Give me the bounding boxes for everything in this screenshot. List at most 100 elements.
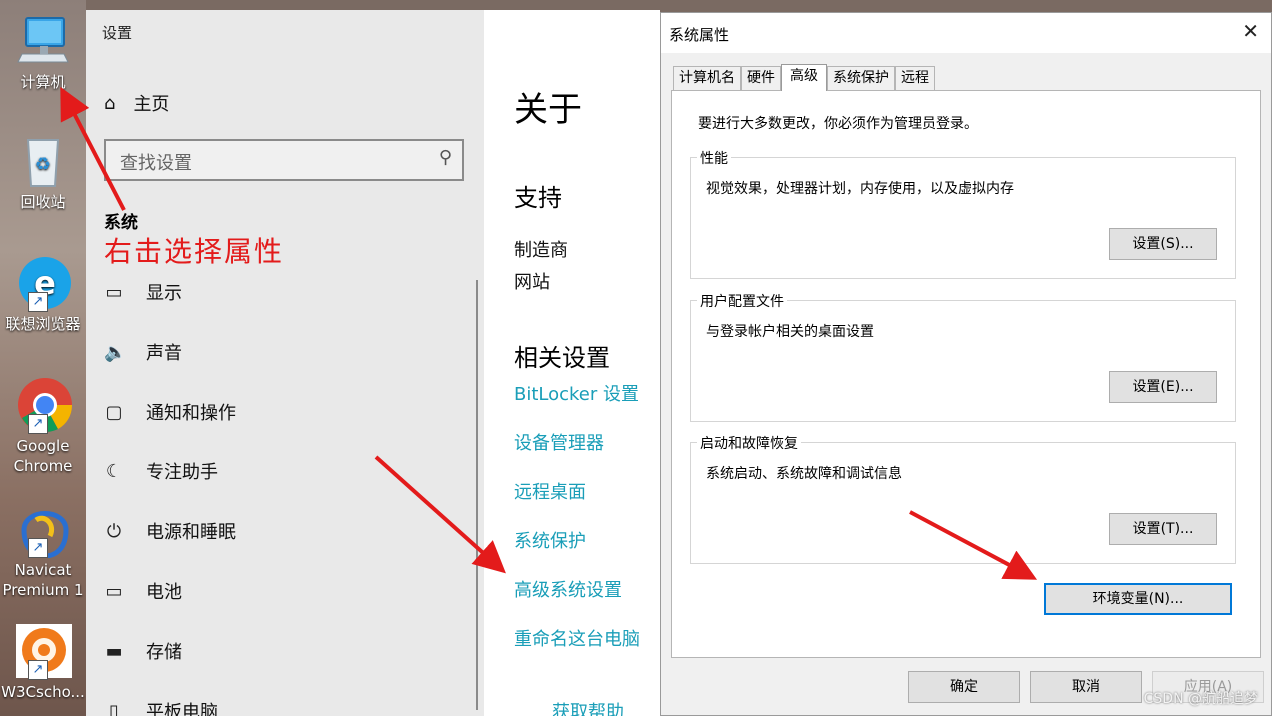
environment-variables-button[interactable]: 环境变量(N)... bbox=[1044, 583, 1232, 615]
nav-item-label: 电源和睡眠 bbox=[146, 522, 236, 543]
nav-item-label: 声音 bbox=[146, 343, 182, 364]
desktop-icon-label-line2: Chrome bbox=[13, 457, 73, 475]
nav-item-label: 专注助手 bbox=[146, 462, 218, 483]
shortcut-arrow-icon: ↗ bbox=[28, 660, 48, 680]
nav-home[interactable]: ⌂ 主页 bbox=[104, 90, 169, 116]
nav-item-label: 平板电脑 bbox=[146, 702, 218, 716]
page-title: 关于 bbox=[514, 90, 582, 130]
system-properties-dialog: 系统属性 ✕ 计算机名 硬件 高级 系统保护 远程 要进行大多数更改，你必须作为… bbox=[660, 12, 1272, 716]
link-device-manager[interactable]: 设备管理器 bbox=[514, 429, 604, 455]
desktop-icon-w3cschool[interactable]: ↗ W3Cscho... bbox=[0, 622, 86, 702]
nav-item-label: 存储 bbox=[146, 642, 182, 663]
user-profiles-settings-button[interactable]: 设置(E)... bbox=[1109, 371, 1217, 403]
link-system-protection[interactable]: 系统保护 bbox=[514, 527, 586, 553]
desktop-icon-navicat[interactable]: ↗ Navicat Premium 1 bbox=[0, 500, 86, 600]
performance-group: 性能 视觉效果，处理器计划，内存使用，以及虚拟内存 设置(S)... bbox=[690, 148, 1236, 279]
navicat-icon: ↗ bbox=[14, 500, 72, 559]
computer-icon bbox=[14, 12, 72, 70]
group-description: 视觉效果，处理器计划，内存使用，以及虚拟内存 bbox=[706, 181, 1014, 197]
desktop-icon-label-line2: Premium 1 bbox=[2, 581, 84, 599]
shortcut-arrow-icon: ↗ bbox=[28, 414, 48, 434]
speaker-icon: 🔈 bbox=[104, 341, 127, 363]
link-get-help[interactable]: 获取帮助 bbox=[552, 698, 624, 716]
scrollbar[interactable] bbox=[476, 280, 478, 710]
link-remote-desktop[interactable]: 远程桌面 bbox=[514, 478, 586, 504]
shortcut-arrow-icon: ↗ bbox=[28, 538, 48, 558]
tab-advanced[interactable]: 高级 bbox=[781, 64, 827, 91]
user-profiles-group: 用户配置文件 与登录帐户相关的桌面设置 设置(E)... bbox=[690, 291, 1236, 422]
tablet-icon: ▯ bbox=[109, 700, 119, 716]
home-icon: ⌂ bbox=[104, 92, 116, 114]
lenovo-browser-icon: e ↗ bbox=[14, 254, 72, 312]
settings-title: 设置 bbox=[102, 24, 133, 42]
cancel-button[interactable]: 取消 bbox=[1030, 671, 1142, 703]
link-advanced-system-settings[interactable]: 高级系统设置 bbox=[514, 576, 622, 602]
ok-button[interactable]: 确定 bbox=[908, 671, 1020, 703]
power-icon: ⏻ bbox=[106, 520, 122, 542]
desktop-icon-label-line1: Navicat bbox=[14, 561, 72, 579]
website-label: 网站 bbox=[514, 272, 550, 293]
shortcut-arrow-icon: ↗ bbox=[28, 292, 48, 312]
link-rename-pc[interactable]: 重命名这台电脑 bbox=[514, 625, 640, 651]
desktop-icon-label: W3Cscho... bbox=[1, 683, 85, 701]
desktop-icon-label-line1: Google bbox=[16, 437, 70, 455]
settings-window: 设置 ⌂ 主页 查找设置 ⚲ 系统 右击选择属性 ▭ 显示 🔈 声音 ▢ 通知和… bbox=[86, 10, 486, 716]
nav-item-battery[interactable]: ▭ 电池 bbox=[104, 576, 464, 606]
nav-item-focus-assist[interactable]: ☾ 专注助手 bbox=[104, 456, 464, 486]
support-heading: 支持 bbox=[514, 184, 562, 212]
startup-recovery-settings-button[interactable]: 设置(T)... bbox=[1109, 513, 1217, 545]
link-bitlocker[interactable]: BitLocker 设置 bbox=[514, 380, 639, 406]
admin-note: 要进行大多数更改，你必须作为管理员登录。 bbox=[698, 116, 978, 132]
close-icon[interactable]: ✕ bbox=[1242, 19, 1259, 43]
nav-item-notifications[interactable]: ▢ 通知和操作 bbox=[104, 397, 464, 427]
dialog-title: 系统属性 bbox=[669, 26, 730, 44]
tab-hardware[interactable]: 硬件 bbox=[741, 66, 781, 90]
tab-bar: 计算机名 硬件 高级 系统保护 远程 bbox=[673, 64, 935, 91]
search-placeholder: 查找设置 bbox=[120, 153, 192, 174]
group-label: 启动和故障恢复 bbox=[697, 433, 801, 453]
tab-remote[interactable]: 远程 bbox=[895, 66, 935, 90]
nav-item-storage[interactable]: ▬ 存储 bbox=[104, 636, 464, 666]
chrome-icon: ↗ bbox=[14, 376, 73, 434]
desktop-icon-label: 联想浏览器 bbox=[5, 315, 81, 333]
related-settings-heading: 相关设置 bbox=[514, 344, 610, 372]
desktop-icon-label: 回收站 bbox=[20, 193, 66, 211]
about-pane: 关于 支持 制造商 网站 相关设置 BitLocker 设置 设备管理器 远程桌… bbox=[484, 10, 660, 716]
group-description: 系统启动、系统故障和调试信息 bbox=[706, 466, 902, 482]
performance-settings-button[interactable]: 设置(S)... bbox=[1109, 228, 1217, 260]
desktop-icon-label: 计算机 bbox=[20, 73, 66, 91]
nav-home-label: 主页 bbox=[133, 94, 170, 115]
desktop-icon-recycle-bin[interactable]: ♻ 回收站 bbox=[0, 132, 86, 212]
desktop-icon-chrome[interactable]: ↗ Google Chrome bbox=[0, 376, 86, 476]
nav-item-label: 通知和操作 bbox=[146, 403, 236, 424]
dialog-titlebar: 系统属性 ✕ bbox=[661, 13, 1271, 53]
group-label: 性能 bbox=[697, 148, 731, 168]
manufacturer-label: 制造商 bbox=[514, 240, 568, 261]
desktop-icon-lenovo-browser[interactable]: e ↗ 联想浏览器 bbox=[0, 254, 86, 334]
tab-computer-name[interactable]: 计算机名 bbox=[673, 66, 741, 90]
watermark: CSDN @航船追梦 bbox=[1143, 691, 1258, 707]
monitor-icon: ▭ bbox=[105, 281, 123, 303]
w3cschool-icon: ↗ bbox=[14, 622, 72, 680]
nav-item-tablet[interactable]: ▯ 平板电脑 bbox=[104, 696, 464, 716]
nav-item-power[interactable]: ⏻ 电源和睡眠 bbox=[104, 516, 464, 546]
startup-recovery-group: 启动和故障恢复 系统启动、系统故障和调试信息 设置(T)... bbox=[690, 433, 1236, 564]
nav-item-display[interactable]: ▭ 显示 bbox=[104, 277, 464, 307]
group-description: 与登录帐户相关的桌面设置 bbox=[706, 324, 874, 340]
storage-icon: ▬ bbox=[105, 640, 123, 662]
nav-item-label: 显示 bbox=[146, 283, 182, 304]
tab-system-protection[interactable]: 系统保护 bbox=[827, 66, 895, 90]
desktop-icon-computer[interactable]: 计算机 bbox=[0, 12, 86, 92]
message-icon: ▢ bbox=[105, 401, 123, 423]
search-icon: ⚲ bbox=[438, 147, 452, 168]
group-label: 用户配置文件 bbox=[697, 291, 787, 311]
svg-text:♻: ♻ bbox=[35, 154, 51, 175]
recycle-bin-icon: ♻ bbox=[14, 132, 72, 190]
desktop: 计算机 ♻ 回收站 e ↗ 联想浏览器 ↗ Google Chrome ↗ Na… bbox=[0, 0, 86, 716]
search-input[interactable]: 查找设置 ⚲ bbox=[104, 139, 464, 181]
annotation-text: 右击选择属性 bbox=[104, 235, 285, 268]
moon-icon: ☾ bbox=[105, 460, 123, 482]
nav-item-label: 电池 bbox=[146, 582, 182, 603]
nav-item-sound[interactable]: 🔈 声音 bbox=[104, 337, 464, 367]
advanced-tab-panel: 要进行大多数更改，你必须作为管理员登录。 性能 视觉效果，处理器计划，内存使用，… bbox=[671, 90, 1261, 658]
